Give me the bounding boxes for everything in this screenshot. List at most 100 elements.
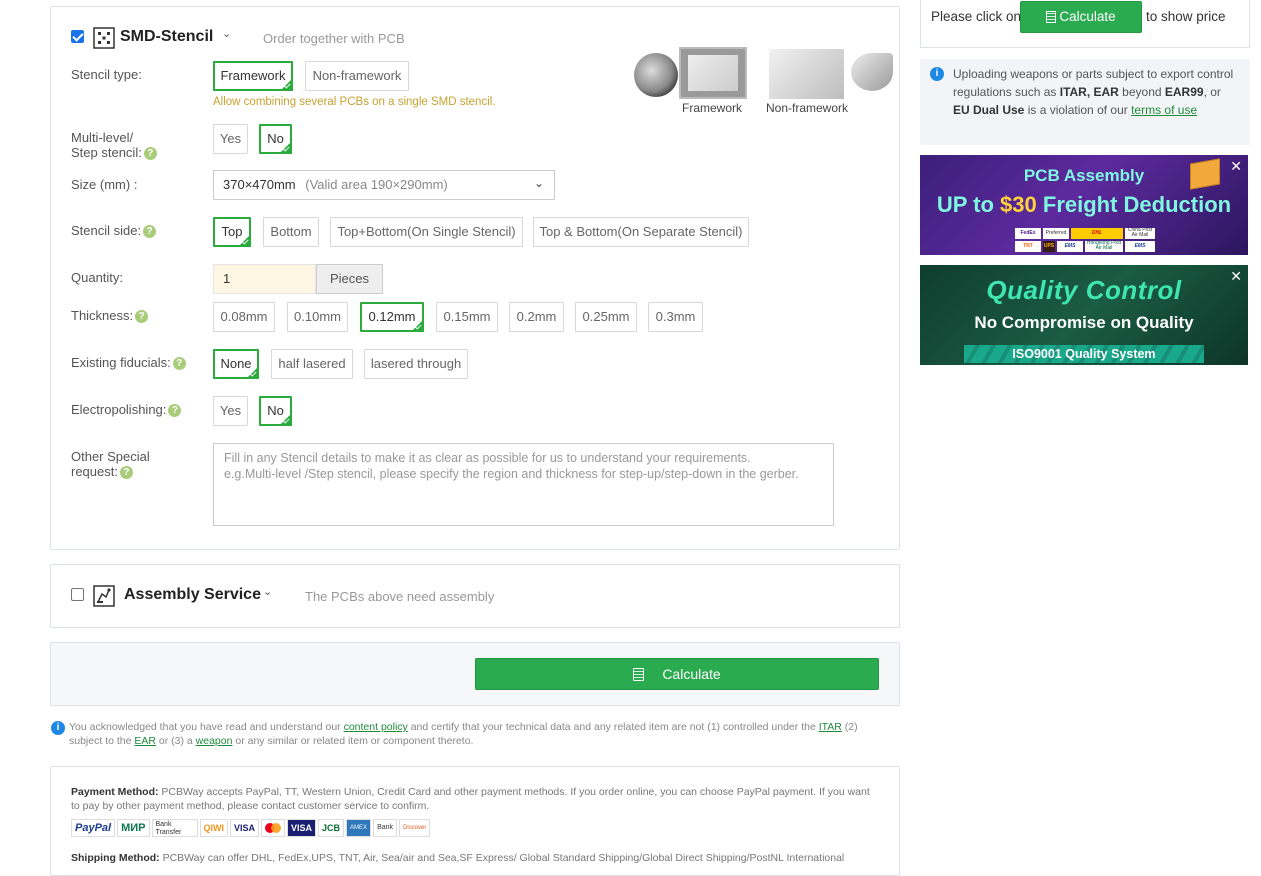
visa-electron-logo: VISA [287,819,317,837]
multilevel-no[interactable]: No [259,124,292,154]
ems-logo: EMS [1057,241,1083,252]
sidebar-calculate-button[interactable]: Calculate [1020,1,1142,33]
side-top[interactable]: Top [213,217,251,247]
size-note: (Valid area 190×290mm) [305,177,448,192]
ack-text-6: or any similar or related item or compon… [232,734,474,747]
assembly-panel: Assembly Service ⌄ The PCBs above need a… [50,564,900,628]
side-bottom[interactable]: Bottom [263,217,319,247]
ack-text-3: (2) [841,721,858,733]
tnt-logo: TNT [1015,241,1041,252]
fedex-logo: FedEx [1015,228,1041,239]
payment-method: Payment Method: PCBWay accepts PayPal, T… [71,785,879,813]
price-prefix: Please click on [931,9,1022,24]
fiducials-none[interactable]: None [213,349,259,379]
content-policy-link[interactable]: content policy [344,721,408,733]
help-icon[interactable]: ? [143,147,157,161]
multilevel-yes[interactable]: Yes [213,124,248,154]
thickness-0-2[interactable]: 0.2mm [509,302,564,332]
smd-stencil-subtitle: Order together with PCB [263,31,405,46]
help-icon[interactable]: ? [119,466,133,480]
quantity-input[interactable]: 1 [213,264,316,294]
price-suffix: to show price [1146,9,1226,24]
special-request-textarea[interactable]: Fill in any Stencil details to make it a… [213,443,834,526]
preferred-carrier-logo: Preferred Carrier [1043,228,1069,239]
stencil-icon [93,27,115,49]
fiducials-lasered-through[interactable]: lasered through [364,349,468,379]
thickness-0-10[interactable]: 0.10mm [287,302,348,332]
terms-of-use-link[interactable]: terms of use [1131,103,1197,117]
calculate-button[interactable]: Calculate [475,658,879,690]
close-icon[interactable]: ✕ [1230,269,1242,283]
notice-text-2: beyond [1118,85,1165,99]
multilevel-label-line1: Multi-level/ [71,130,134,145]
payment-panel: Payment Method: PCBWay accepts PayPal, T… [50,766,900,876]
export-notice: i Uploading weapons or parts subject to … [920,59,1250,145]
stencil-type-framework[interactable]: Framework [213,61,293,91]
help-icon[interactable]: ? [168,404,182,418]
ear-link[interactable]: EAR [134,735,156,747]
special-request-placeholder-2: e.g.Multi-level /Step stencil, please sp… [224,467,799,481]
thickness-0-08[interactable]: 0.08mm [213,302,275,332]
thickness-0-12[interactable]: 0.12mm [360,302,424,332]
itar-link[interactable]: ITAR [819,721,842,733]
nonframework-stencil-image [769,49,844,99]
discover-logo: Discover [399,819,431,837]
side-top-bottom-separate[interactable]: Top & Bottom(On Separate Stencil) [533,217,749,247]
multilevel-label: Multi-level/ Step stencil:? [71,130,157,161]
fiducials-half-lasered[interactable]: half lasered [271,349,353,379]
stencil-type-nonframework[interactable]: Non-framework [305,61,409,91]
ups-logo: UPS [1043,241,1055,252]
special-request-label-line1: Other Special [71,449,150,464]
assembly-title[interactable]: Assembly Service [124,586,261,604]
assembly-checkbox[interactable] [71,588,84,601]
close-icon[interactable]: ✕ [1230,159,1242,173]
electropolishing-label: Electropolishing:? [71,402,182,418]
help-icon[interactable]: ? [172,357,186,371]
pcb-assembly-banner[interactable]: PCB Assembly UP to $30 Freight Deduction… [920,155,1248,255]
thickness-0-15[interactable]: 0.15mm [436,302,498,332]
quantity-label: Quantity: [71,270,124,285]
help-icon[interactable]: ? [143,225,157,239]
stencil-side-label-text: Stencil side: [71,223,142,238]
ack-text-1: You acknowledged that you have read and … [69,721,344,733]
banner-headline-amount: $30 [1000,192,1037,217]
special-request-label: Other Special request:? [71,449,150,480]
special-request-label-line2: request: [71,464,118,479]
notice-text-3: , or [1203,85,1221,99]
electropolishing-yes[interactable]: Yes [213,396,248,426]
stencil-photo-closeup [634,53,678,97]
chevron-down-icon[interactable]: ⌄ [263,585,272,598]
help-icon[interactable]: ? [135,310,149,324]
notice-bold-2: EAR99 [1164,85,1204,99]
ack-text-2: and certify that your technical data and… [407,721,819,733]
quality-control-banner[interactable]: Quality Control No Compromise on Quality… [920,265,1248,365]
thickness-0-25[interactable]: 0.25mm [575,302,637,332]
jcb-logo: JCB [318,819,345,837]
dhl-logo: DHL [1071,228,1123,239]
electropolishing-no[interactable]: No [259,396,292,426]
payment-logos: PayPalМИРBank TransferQIWIVISAMCVISAJCBA… [71,819,879,843]
side-top-bottom-single[interactable]: Top+Bottom(On Single Stencil) [330,217,523,247]
banner2-badge: ISO9001 Quality System [964,345,1204,363]
smd-stencil-title[interactable]: SMD-Stencil [120,28,213,46]
size-select[interactable]: 370×470mm (Valid area 190×290mm) ⌄ [213,170,555,200]
shipping-method: Shipping Method: PCBWay can offer DHL, F… [71,851,879,865]
chevron-down-icon[interactable]: ⌄ [222,27,231,40]
paypal-logo: PayPal [71,819,116,837]
framework-caption: Framework [682,101,743,115]
thickness-label: Thickness:? [71,308,149,324]
thickness-0-3[interactable]: 0.3mm [648,302,703,332]
smd-stencil-panel: SMD-Stencil ⌄ Order together with PCB Fr… [50,6,900,550]
size-label: Size (mm) : [71,177,138,192]
smd-stencil-checkbox[interactable] [71,30,84,43]
banner2-subtitle: No Compromise on Quality [974,313,1194,332]
fiducials-label-text: Existing fiducials: [71,355,171,370]
price-box: Please click on Calculate to show price [920,0,1250,48]
calculate-bar: Calculate [50,642,900,706]
multilevel-label-line2: Step stencil: [71,145,142,160]
electropolishing-label-text: Electropolishing: [71,402,167,417]
thickness-label-text: Thickness: [71,308,134,323]
shipping-text: PCBWay can offer DHL, FedEx,UPS, TNT, Ai… [159,852,845,864]
chevron-down-icon: ⌄ [533,176,544,190]
weapon-link[interactable]: weapon [196,735,233,747]
